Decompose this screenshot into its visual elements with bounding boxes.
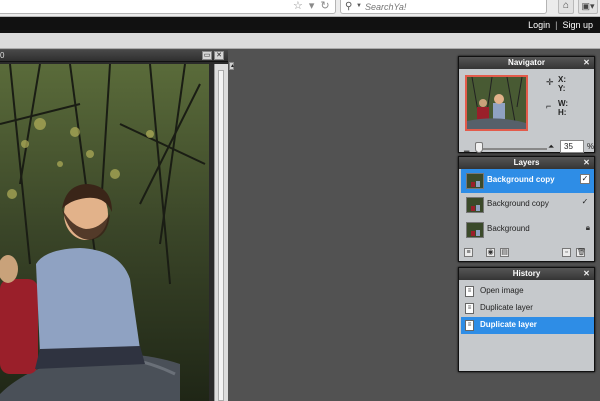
history-header[interactable]: History ✕ — [459, 268, 594, 280]
h-label: H: — [558, 108, 567, 117]
search-engine-dropdown-icon[interactable]: ▼ — [356, 3, 362, 9]
dropdown-arrow-icon[interactable]: ▾ — [309, 0, 315, 13]
zoom-slider[interactable] — [477, 148, 547, 150]
history-step-icon: ≡ — [465, 286, 474, 297]
search-icon: ⚲ — [345, 1, 353, 12]
history-label: Open image — [480, 286, 524, 295]
zoom-out-icon[interactable]: ▁ — [464, 144, 469, 153]
auth-links: Login | Sign up — [528, 19, 593, 31]
history-title: History — [512, 269, 541, 278]
trash-icon[interactable]: 🗑︎ — [576, 248, 586, 257]
image-window-titlebar[interactable]: 0 ▭ ✕ — [0, 50, 228, 62]
layer-effects-icon[interactable]: ≡ — [464, 248, 473, 257]
vertical-scrollbar[interactable] — [214, 64, 228, 401]
lock-icon[interactable]: 🔒︎ — [586, 223, 590, 233]
zoom-percent-label: % — [587, 142, 595, 151]
login-link[interactable]: Login — [528, 19, 550, 31]
reload-icon[interactable]: ↻ — [320, 0, 329, 13]
url-bar[interactable]: ☆ ▾ ↻ — [0, 0, 336, 14]
layers-title: Layers — [513, 158, 540, 167]
w-label: W: — [558, 99, 569, 108]
layer-thumbnail — [466, 197, 484, 213]
layer-name: Background copy — [487, 175, 555, 184]
layer-row[interactable]: Background 🔒︎ — [461, 218, 594, 242]
layer-row[interactable]: Background copy ✓ — [461, 193, 594, 217]
layer-thumbnail — [466, 173, 484, 189]
home-icon[interactable]: ⌂ — [558, 0, 574, 14]
zoom-input[interactable]: 35 — [560, 140, 584, 153]
zoom-in-icon[interactable]: ⏶ — [548, 142, 554, 151]
history-step-icon: ≡ — [465, 303, 474, 314]
new-layer-icon[interactable]: ▫ — [562, 248, 571, 257]
history-item[interactable]: ≡ Duplicate layer — [461, 300, 594, 317]
extensions-icon[interactable]: ▣▾ — [578, 0, 598, 14]
image-window[interactable]: 0 ▭ ✕ — [0, 50, 228, 401]
navigator-preview[interactable] — [465, 75, 528, 131]
image-window-title: 0 — [0, 51, 5, 60]
window-minimize-icon[interactable]: ▭ — [202, 51, 212, 60]
layers-footer: ≡ ◉ ▤ ▫ 🗑︎ — [462, 247, 593, 259]
navigator-panel: Navigator ✕ ✛ X: Y: ⌐ W: H: ▁ ⏶ 35 % — [458, 56, 595, 153]
visibility-checkbox[interactable]: ✓ — [580, 174, 590, 184]
navigator-title: Navigator — [508, 58, 545, 67]
history-step-icon: ≡ — [465, 320, 474, 331]
layer-mask-icon[interactable]: ◉ — [486, 248, 495, 257]
history-item[interactable]: ≡ Duplicate layer — [461, 317, 594, 334]
star-icon[interactable]: ☆ — [293, 0, 303, 13]
layer-row[interactable]: Background copy ✓ — [461, 169, 594, 193]
y-label: Y: — [558, 84, 566, 93]
crop-dimensions-icon: ⌐ — [546, 101, 552, 111]
history-label: Duplicate layer — [480, 320, 537, 329]
close-icon[interactable]: ✕ — [582, 58, 591, 67]
layer-name: Background copy — [487, 199, 549, 208]
layer-thumbnail — [466, 222, 484, 238]
history-label: Duplicate layer — [480, 303, 533, 312]
app-header: Login | Sign up — [0, 17, 600, 33]
scroll-arrow-icon[interactable]: ▲ — [229, 62, 235, 70]
visibility-checkbox[interactable]: ✓ — [580, 198, 590, 208]
menu-toolbar — [0, 33, 600, 49]
signup-link[interactable]: Sign up — [562, 19, 593, 31]
auth-separator: | — [555, 20, 558, 30]
photo-image — [0, 64, 209, 401]
crosshair-icon: ✛ — [546, 77, 554, 87]
layers-panel: Layers ✕ Background copy ✓ Background co… — [458, 156, 595, 262]
navigator-header[interactable]: Navigator ✕ — [459, 57, 594, 69]
layer-group-icon[interactable]: ▤ — [500, 248, 509, 257]
history-item[interactable]: ≡ Open image — [461, 283, 594, 300]
window-close-icon[interactable]: ✕ — [214, 51, 224, 60]
scrollbar-thumb[interactable] — [218, 70, 224, 401]
layer-name: Background — [487, 224, 530, 233]
zoom-slider-handle[interactable] — [475, 142, 483, 153]
x-label: X: — [558, 75, 566, 84]
search-input[interactable] — [365, 1, 543, 12]
browser-toolbar: ☆ ▾ ↻ ⚲ ▼ ⌂ ▣▾ — [0, 0, 600, 17]
search-box[interactable]: ⚲ ▼ — [340, 0, 547, 14]
history-panel: History ✕ ≡ Open image ≡ Duplicate layer… — [458, 267, 595, 372]
image-canvas[interactable] — [0, 64, 209, 401]
close-icon[interactable]: ✕ — [582, 158, 591, 167]
navigator-thumbnail-image — [467, 77, 526, 129]
layers-header[interactable]: Layers ✕ — [459, 157, 594, 169]
close-icon[interactable]: ✕ — [582, 269, 591, 278]
